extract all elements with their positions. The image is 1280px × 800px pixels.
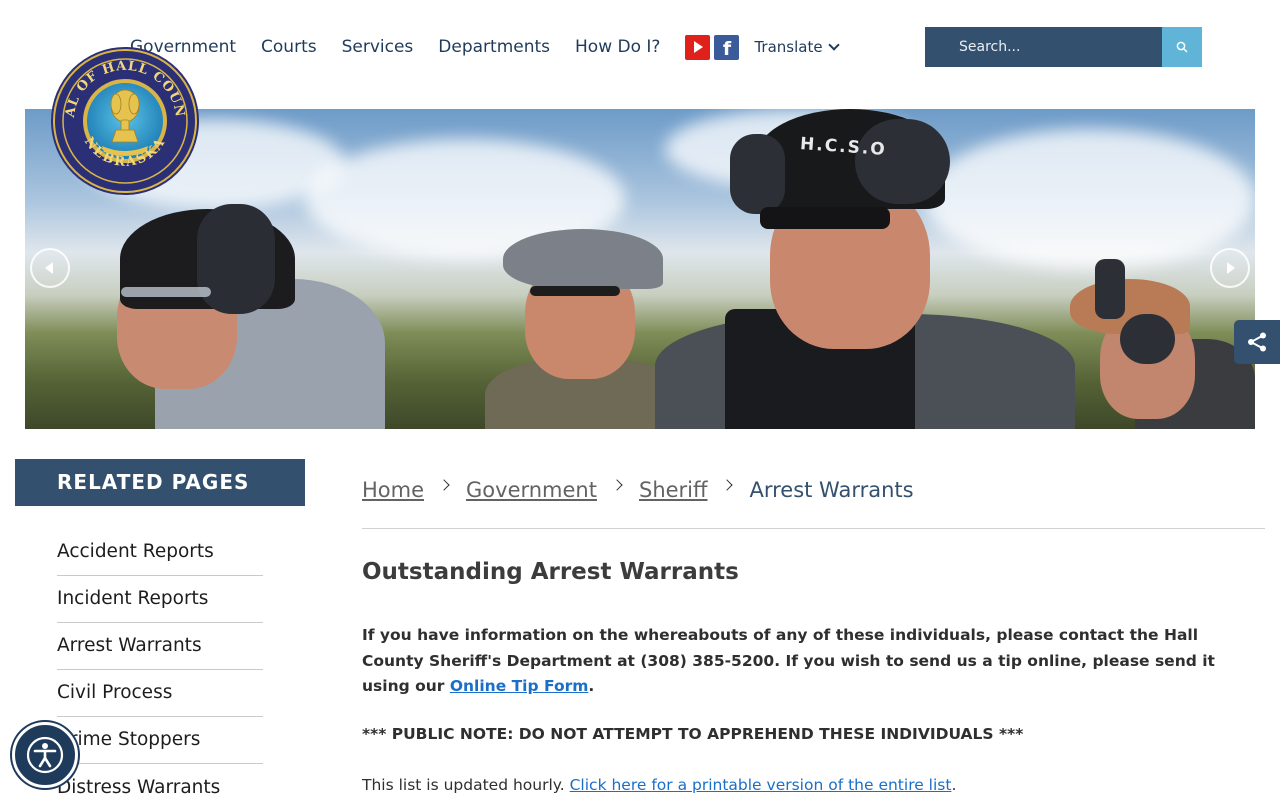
update-text: This list is updated hourly.: [362, 776, 570, 794]
search-button[interactable]: [1162, 27, 1202, 67]
breadcrumb-divider: [362, 528, 1265, 529]
breadcrumb-home[interactable]: Home: [362, 478, 424, 502]
chevron-right-icon: [611, 479, 623, 491]
intro-end: .: [588, 677, 595, 695]
nav-how-do-i[interactable]: How Do I?: [575, 37, 660, 57]
update-paragraph: This list is updated hourly. Click here …: [362, 776, 956, 794]
main-nav: Government Courts Services Departments H…: [130, 30, 840, 64]
chevron-right-icon: [721, 479, 734, 491]
sidebar-item-civil-process[interactable]: Civil Process: [57, 670, 263, 717]
translate-label: Translate: [754, 38, 823, 56]
online-tip-form-link[interactable]: Online Tip Form: [450, 677, 589, 695]
chevron-down-icon: [827, 39, 840, 51]
social-links: f: [685, 34, 740, 60]
page-title: Outstanding Arrest Warrants: [362, 559, 739, 585]
share-icon: [1248, 332, 1266, 352]
sidebar-item-crime-stoppers[interactable]: Crime Stoppers: [57, 717, 263, 764]
county-seal-logo[interactable]: SEAL OF HALL COUNTY NEBRASKA: [50, 46, 200, 196]
breadcrumb-current: Arrest Warrants: [749, 478, 914, 502]
accessibility-button[interactable]: [12, 722, 78, 788]
share-button[interactable]: [1234, 320, 1280, 364]
breadcrumb: Home Government Sheriff Arrest Warrants: [362, 478, 914, 502]
nav-courts[interactable]: Courts: [261, 37, 317, 57]
youtube-icon[interactable]: [685, 34, 711, 60]
chevron-right-icon: [438, 479, 450, 491]
search-input[interactable]: [925, 27, 1162, 67]
printable-list-link[interactable]: Click here for a printable version of th…: [570, 776, 952, 794]
breadcrumb-government[interactable]: Government: [466, 478, 597, 502]
search-bar: [925, 27, 1202, 67]
page: Government Courts Services Departments H…: [0, 0, 1280, 800]
facebook-icon[interactable]: f: [714, 34, 740, 60]
sidebar-item-arrest-warrants[interactable]: Arrest Warrants: [57, 623, 263, 670]
sidebar-item-accident-reports[interactable]: Accident Reports: [57, 506, 263, 576]
nav-services[interactable]: Services: [342, 37, 414, 57]
translate-dropdown[interactable]: Translate: [754, 38, 840, 56]
public-note: *** PUBLIC NOTE: DO NOT ATTEMPT TO APPRE…: [362, 725, 1024, 743]
wheat-sheaf-icon: [110, 89, 140, 143]
search-icon: [1176, 41, 1188, 53]
sidebar-item-incident-reports[interactable]: Incident Reports: [57, 576, 263, 623]
hero-prev-arrow[interactable]: [30, 248, 70, 288]
intro-paragraph: If you have information on the whereabou…: [362, 623, 1262, 700]
update-end: .: [951, 776, 957, 794]
hero-next-arrow[interactable]: [1210, 248, 1250, 288]
accessibility-icon: [26, 736, 64, 774]
related-pages-title: RELATED PAGES: [15, 459, 305, 506]
sidebar-item-distress-warrants[interactable]: Distress Warrants: [57, 764, 263, 800]
nav-departments[interactable]: Departments: [438, 37, 550, 57]
hero-banner: H.C.S.O: [25, 109, 1255, 429]
breadcrumb-sheriff[interactable]: Sheriff: [639, 478, 708, 502]
